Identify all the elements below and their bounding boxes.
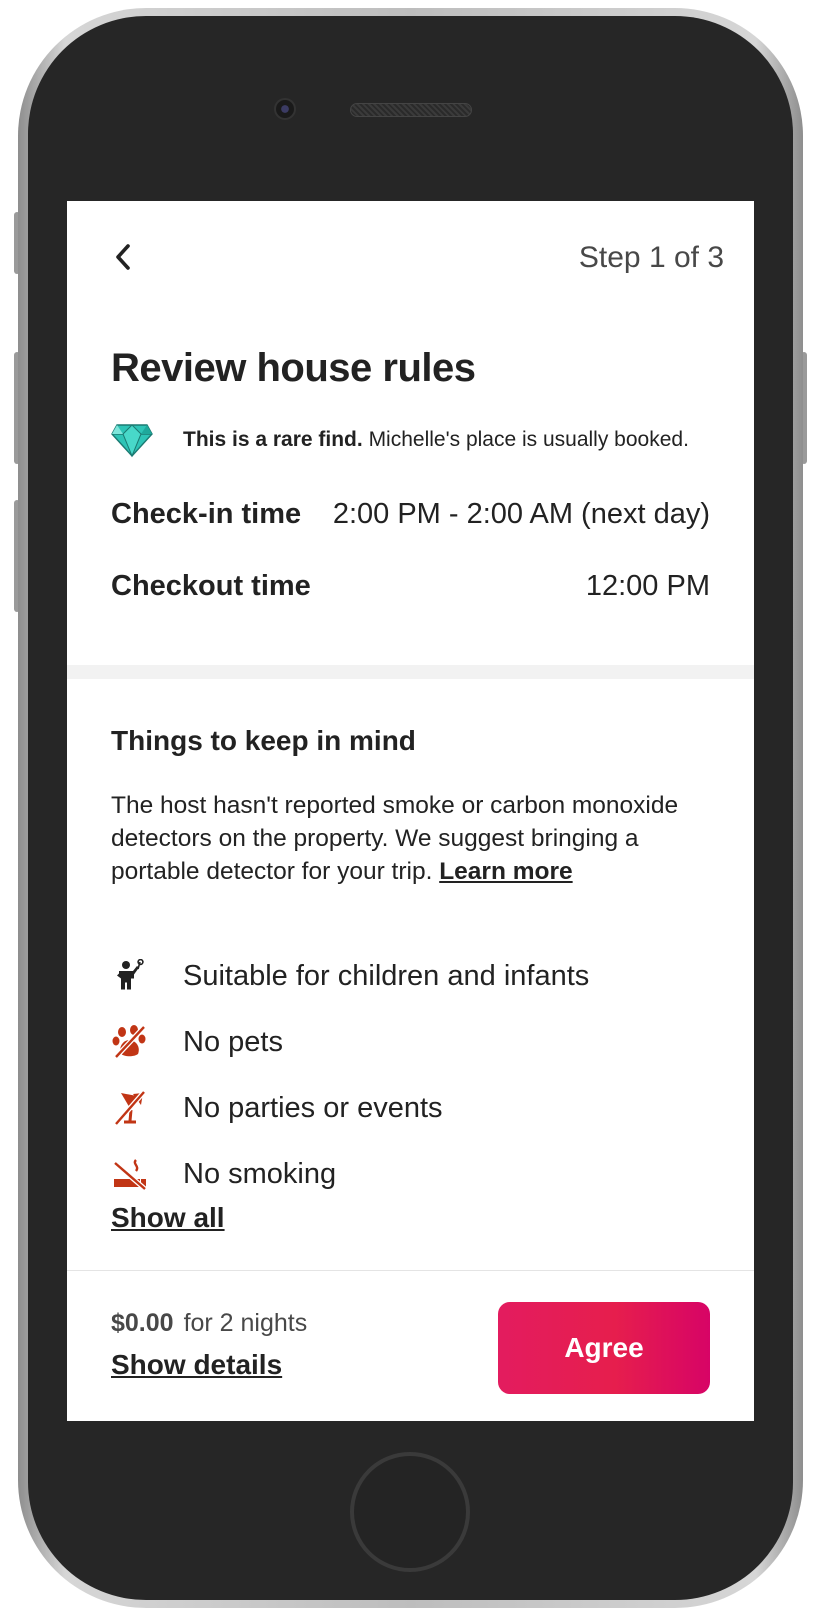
checkin-row: Check-in time 2:00 PM - 2:00 AM (next da… [111, 494, 710, 534]
price-amount: $0.00 [111, 1309, 174, 1337]
checkout-row: Checkout time 12:00 PM [111, 566, 710, 606]
back-button[interactable] [109, 242, 139, 272]
list-item: No parties or events [111, 1075, 589, 1141]
rare-find-banner: This is a rare find. Michelle's place is… [111, 419, 689, 461]
list-item: No pets [111, 1009, 589, 1075]
front-camera [274, 98, 296, 120]
rule-label: No parties or events [183, 1091, 443, 1124]
app-screen: Step 1 of 3 Review house rules This is a… [67, 201, 754, 1421]
section-title: Things to keep in mind [111, 725, 416, 756]
learn-more-link[interactable]: Learn more [439, 858, 572, 885]
checkin-value: 2:00 PM - 2:00 AM (next day) [332, 497, 710, 530]
earpiece-speaker [350, 103, 472, 117]
section-divider [67, 665, 754, 679]
rule-label: Suitable for children and infants [183, 959, 590, 992]
rule-label: No pets [183, 1025, 283, 1058]
rare-find-detail: Michelle's place is usually booked. [362, 428, 689, 451]
diamond-icon [111, 424, 153, 458]
chevron-left-icon [116, 244, 130, 270]
no-parties-icon [111, 1089, 149, 1127]
rare-find-text: This is a rare find. Michelle's place is… [183, 428, 689, 452]
detector-warning-text: The host hasn't reported smoke or carbon… [111, 792, 679, 885]
price-summary: $0.00 for 2 nights [111, 1309, 307, 1338]
rule-label: No smoking [183, 1157, 337, 1190]
list-item: No smoking [111, 1141, 589, 1207]
checkout-label: Checkout time [111, 569, 311, 602]
page-title: Review house rules [111, 346, 476, 390]
list-item: Suitable for children and infants [111, 943, 589, 1009]
house-rules-list: Suitable for children and infants No pet… [111, 943, 589, 1207]
agree-button[interactable]: Agree [498, 1302, 710, 1394]
step-indicator: Step 1 of 3 [578, 241, 724, 274]
checkout-value: 12:00 PM [585, 569, 710, 602]
show-details-link[interactable]: Show details [111, 1349, 282, 1381]
no-smoking-icon [111, 1155, 149, 1193]
child-icon [111, 957, 149, 995]
device-frame: Step 1 of 3 Review house rules This is a… [0, 0, 821, 1608]
home-button[interactable] [350, 1452, 470, 1572]
detector-warning: The host hasn't reported smoke or carbon… [111, 789, 711, 888]
no-pets-icon [111, 1023, 149, 1061]
price-suffix: for 2 nights [183, 1309, 308, 1337]
rare-find-bold: This is a rare find. [183, 428, 363, 451]
show-all-link[interactable]: Show all [111, 1202, 225, 1234]
booking-footer: $0.00 for 2 nights Show details Agree [67, 1270, 754, 1421]
checkin-label: Check-in time [111, 497, 302, 530]
